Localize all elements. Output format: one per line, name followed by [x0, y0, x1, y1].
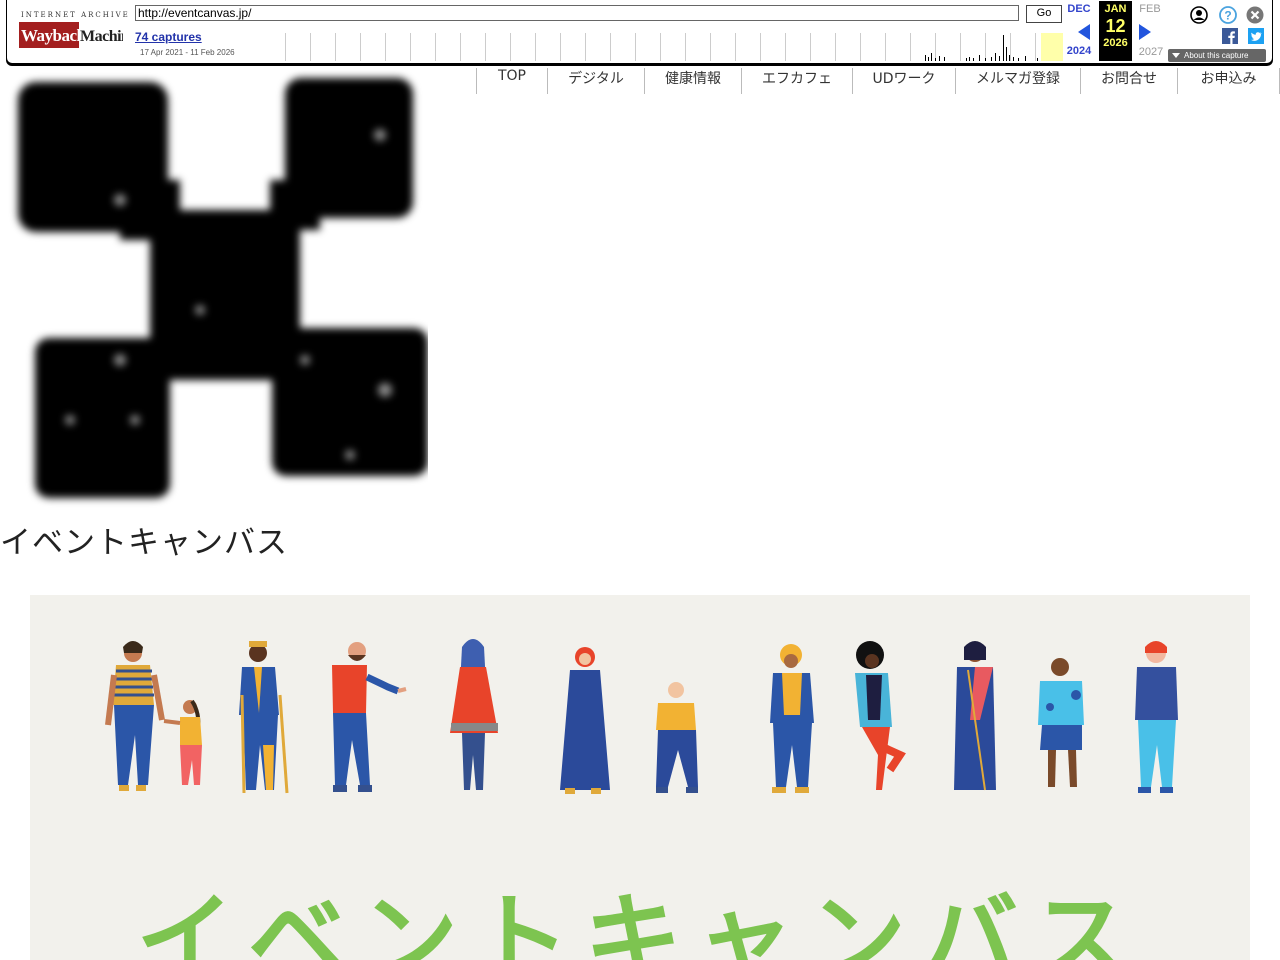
- nav-item-digital[interactable]: デジタル: [547, 68, 644, 94]
- current-year: 2026: [1103, 37, 1128, 49]
- person-man-with-child: [105, 641, 202, 791]
- wayback-logo[interactable]: INTERNET ARCHIVE Wayback Machine: [19, 8, 128, 50]
- site-title: イベントキャンバス: [0, 525, 288, 561]
- nav-item-udwork[interactable]: UDワーク: [852, 68, 955, 94]
- person-red-hair: [1135, 641, 1178, 793]
- wayback-logo-mark: Wayback Machine: [19, 22, 123, 48]
- prev-capture-arrow-icon[interactable]: [1078, 24, 1090, 40]
- wayback-logo-top: INTERNET ARCHIVE: [21, 11, 130, 19]
- capture-range: 17 Apr 2021 - 11 Feb 2026: [140, 48, 235, 57]
- nav-item-newsletter[interactable]: メルマガ登録: [955, 68, 1080, 94]
- nav-item-health[interactable]: 健康情報: [644, 68, 741, 94]
- about-capture-dropdown[interactable]: About this capture: [1168, 49, 1266, 62]
- nav-item-apply[interactable]: お申込み: [1177, 68, 1280, 94]
- current-day: 12: [1105, 16, 1126, 36]
- next-year-label: 2027: [1138, 46, 1164, 58]
- facebook-icon[interactable]: [1222, 28, 1238, 44]
- hero-banner: イベントキャンバス: [30, 595, 1250, 960]
- main-nav: TOP デジタル 健康情報 エフカフェ UDワーク メルマガ登録 お問合せ お申…: [476, 68, 1280, 94]
- prev-month-link[interactable]: DEC: [1067, 3, 1091, 15]
- site-logo[interactable]: [0, 70, 428, 510]
- captures-link[interactable]: 74 captures: [135, 30, 202, 44]
- person-turban: [770, 644, 814, 793]
- nav-item-top[interactable]: TOP: [476, 68, 547, 94]
- svg-text:Machine: Machine: [80, 28, 123, 45]
- person-hijab: [560, 647, 610, 794]
- person-one-leg-pose: [855, 641, 906, 790]
- twitter-icon[interactable]: [1248, 28, 1264, 44]
- current-month: JAN: [1104, 3, 1127, 15]
- nav-item-contact[interactable]: お問合せ: [1080, 68, 1177, 94]
- go-button[interactable]: Go: [1026, 5, 1062, 23]
- person-crutches: [239, 641, 289, 794]
- close-icon[interactable]: [1246, 6, 1264, 24]
- next-month-label: FEB: [1139, 3, 1161, 15]
- person-short-stature: [656, 682, 698, 793]
- person-shorts: [1038, 658, 1084, 787]
- capture-sparkline[interactable]: [285, 33, 1063, 61]
- hero-title: イベントキャンバス: [135, 883, 1144, 960]
- person-prosthetic-arm: [332, 642, 407, 792]
- next-capture-arrow-icon[interactable]: [1139, 24, 1151, 40]
- dropdown-caret-icon: [1172, 53, 1180, 59]
- user-account-icon[interactable]: [1190, 6, 1208, 24]
- svg-text:?: ?: [1224, 9, 1231, 23]
- wayback-toolbar: INTERNET ARCHIVE Wayback Machine http://…: [6, 0, 1273, 64]
- current-capture-date: JAN 12 2026: [1099, 1, 1132, 61]
- prev-year-link[interactable]: 2024: [1065, 45, 1093, 57]
- url-input[interactable]: http://eventcanvas.jp/: [135, 5, 1019, 21]
- help-icon[interactable]: ?: [1219, 6, 1237, 24]
- about-capture-label: About this capture: [1184, 51, 1249, 60]
- people-illustration: [105, 639, 1178, 794]
- person-sari: [954, 641, 996, 791]
- nav-item-fcafe[interactable]: エフカフェ: [741, 68, 852, 94]
- person-red-dress: [450, 639, 498, 790]
- svg-text:Wayback: Wayback: [21, 26, 87, 45]
